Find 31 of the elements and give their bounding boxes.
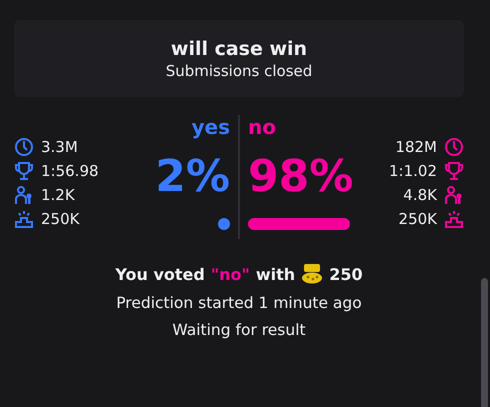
status-text: Prediction started 1 minute ago <box>115 294 363 312</box>
podium-icon <box>444 209 464 229</box>
vote-amount: 250 <box>329 264 363 284</box>
vote-text: You voted <box>115 264 205 284</box>
stat-value: 1:56.98 <box>41 162 99 180</box>
users-icon <box>444 185 464 205</box>
clock-icon <box>14 137 34 157</box>
outcome-label: yes <box>191 115 230 139</box>
stat-value: 1:1.02 <box>389 162 437 180</box>
stat-value: 4.8K <box>403 186 437 204</box>
prediction-status: Submissions closed <box>166 62 312 80</box>
trophy-icon <box>14 161 34 181</box>
stat-value: 250K <box>41 210 80 228</box>
outcome-label: no <box>248 115 276 139</box>
status-text: Waiting for result <box>171 321 307 339</box>
podium-icon <box>14 209 34 229</box>
stat-value: 3.3M <box>41 138 78 156</box>
vote-text: with <box>256 264 296 284</box>
scrollbar[interactable] <box>481 278 488 407</box>
stat-value: 182M <box>395 138 437 156</box>
users-icon <box>14 185 34 205</box>
vote-share-dot <box>218 218 230 230</box>
stat-value: 250K <box>398 210 437 228</box>
points-icon <box>301 263 324 285</box>
trophy-icon <box>444 161 464 181</box>
stat-value: 1.2K <box>41 186 75 204</box>
outcome-percent: 98% <box>248 155 354 199</box>
outcome-percent: 2% <box>155 155 230 199</box>
vote-choice: "no" <box>210 264 250 284</box>
clock-icon <box>444 137 464 157</box>
prediction-title: will case win <box>170 38 308 60</box>
